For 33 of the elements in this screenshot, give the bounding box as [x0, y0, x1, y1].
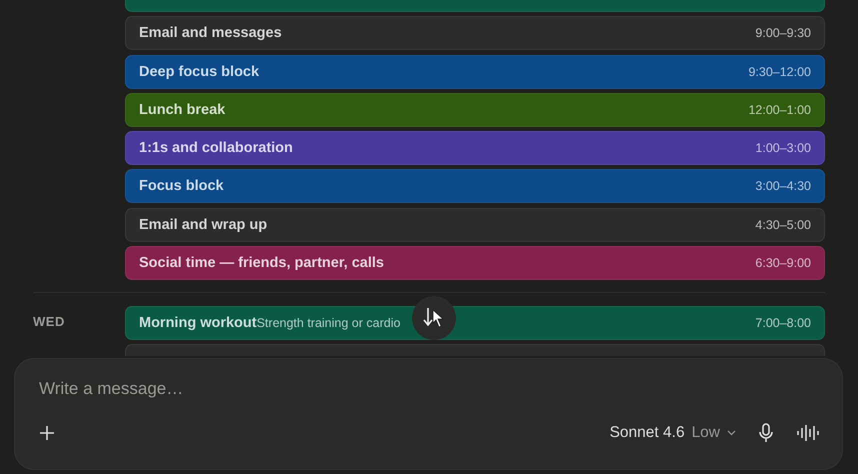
- event-time: 9:30–12:00: [748, 64, 811, 79]
- cursor-icon: [412, 296, 456, 340]
- event-title: Email and messages: [139, 25, 282, 42]
- chevron-icon: [727, 430, 736, 436]
- event-title: Lunch break: [139, 102, 226, 118]
- event-title: Morning workout: [139, 315, 257, 332]
- event-time: 4:30–5:00: [755, 218, 811, 232]
- event-title: 1:1s and collaboration: [139, 140, 293, 156]
- event-time: 9:00–9:30: [755, 26, 811, 40]
- event-block[interactable]: Lunch break 12:00–1:00: [125, 92, 825, 127]
- event-block[interactable]: Social time — friends, partner, calls 6:30–9:00: [125, 246, 825, 280]
- event-block[interactable]: Morning workoutStrength training or cardio 7:00–8:00: [125, 306, 825, 340]
- event-block[interactable]: Deep focus block 9:30–12:00: [125, 54, 825, 89]
- model-selector[interactable]: Sonnet 4.6 Low: [610, 424, 736, 442]
- event-title: Email and wrap up: [139, 216, 268, 233]
- event-time: 6:30–9:00: [755, 256, 811, 270]
- waveform-icon[interactable]: [796, 424, 820, 442]
- event-block[interactable]: Email and wrap up 4:30–5:00: [125, 208, 825, 242]
- message-input[interactable]: Write a message…: [39, 379, 820, 399]
- event-block[interactable]: Email and messages 9:00–9:30: [125, 16, 825, 50]
- event-title: Social time — friends, partner, calls: [139, 255, 384, 272]
- plus-icon[interactable]: [39, 425, 55, 441]
- event-block[interactable]: 1:1s and collaboration 1:00–3:00: [125, 131, 825, 166]
- event-note: Strength training or cardio: [256, 316, 400, 330]
- day-label: WED: [33, 314, 65, 330]
- event-title: Deep focus block: [139, 64, 260, 80]
- event-title: Focus block: [139, 178, 224, 194]
- event-block[interactable]: Focus block 3:00–4:30: [125, 169, 825, 204]
- event-time: 1:00–3:00: [755, 141, 811, 156]
- event-time: 3:00–4:30: [755, 179, 811, 194]
- event-time: 7:00–8:00: [755, 316, 811, 330]
- microphone-icon[interactable]: [758, 423, 774, 443]
- event-time: 12:00–1:00: [748, 102, 811, 117]
